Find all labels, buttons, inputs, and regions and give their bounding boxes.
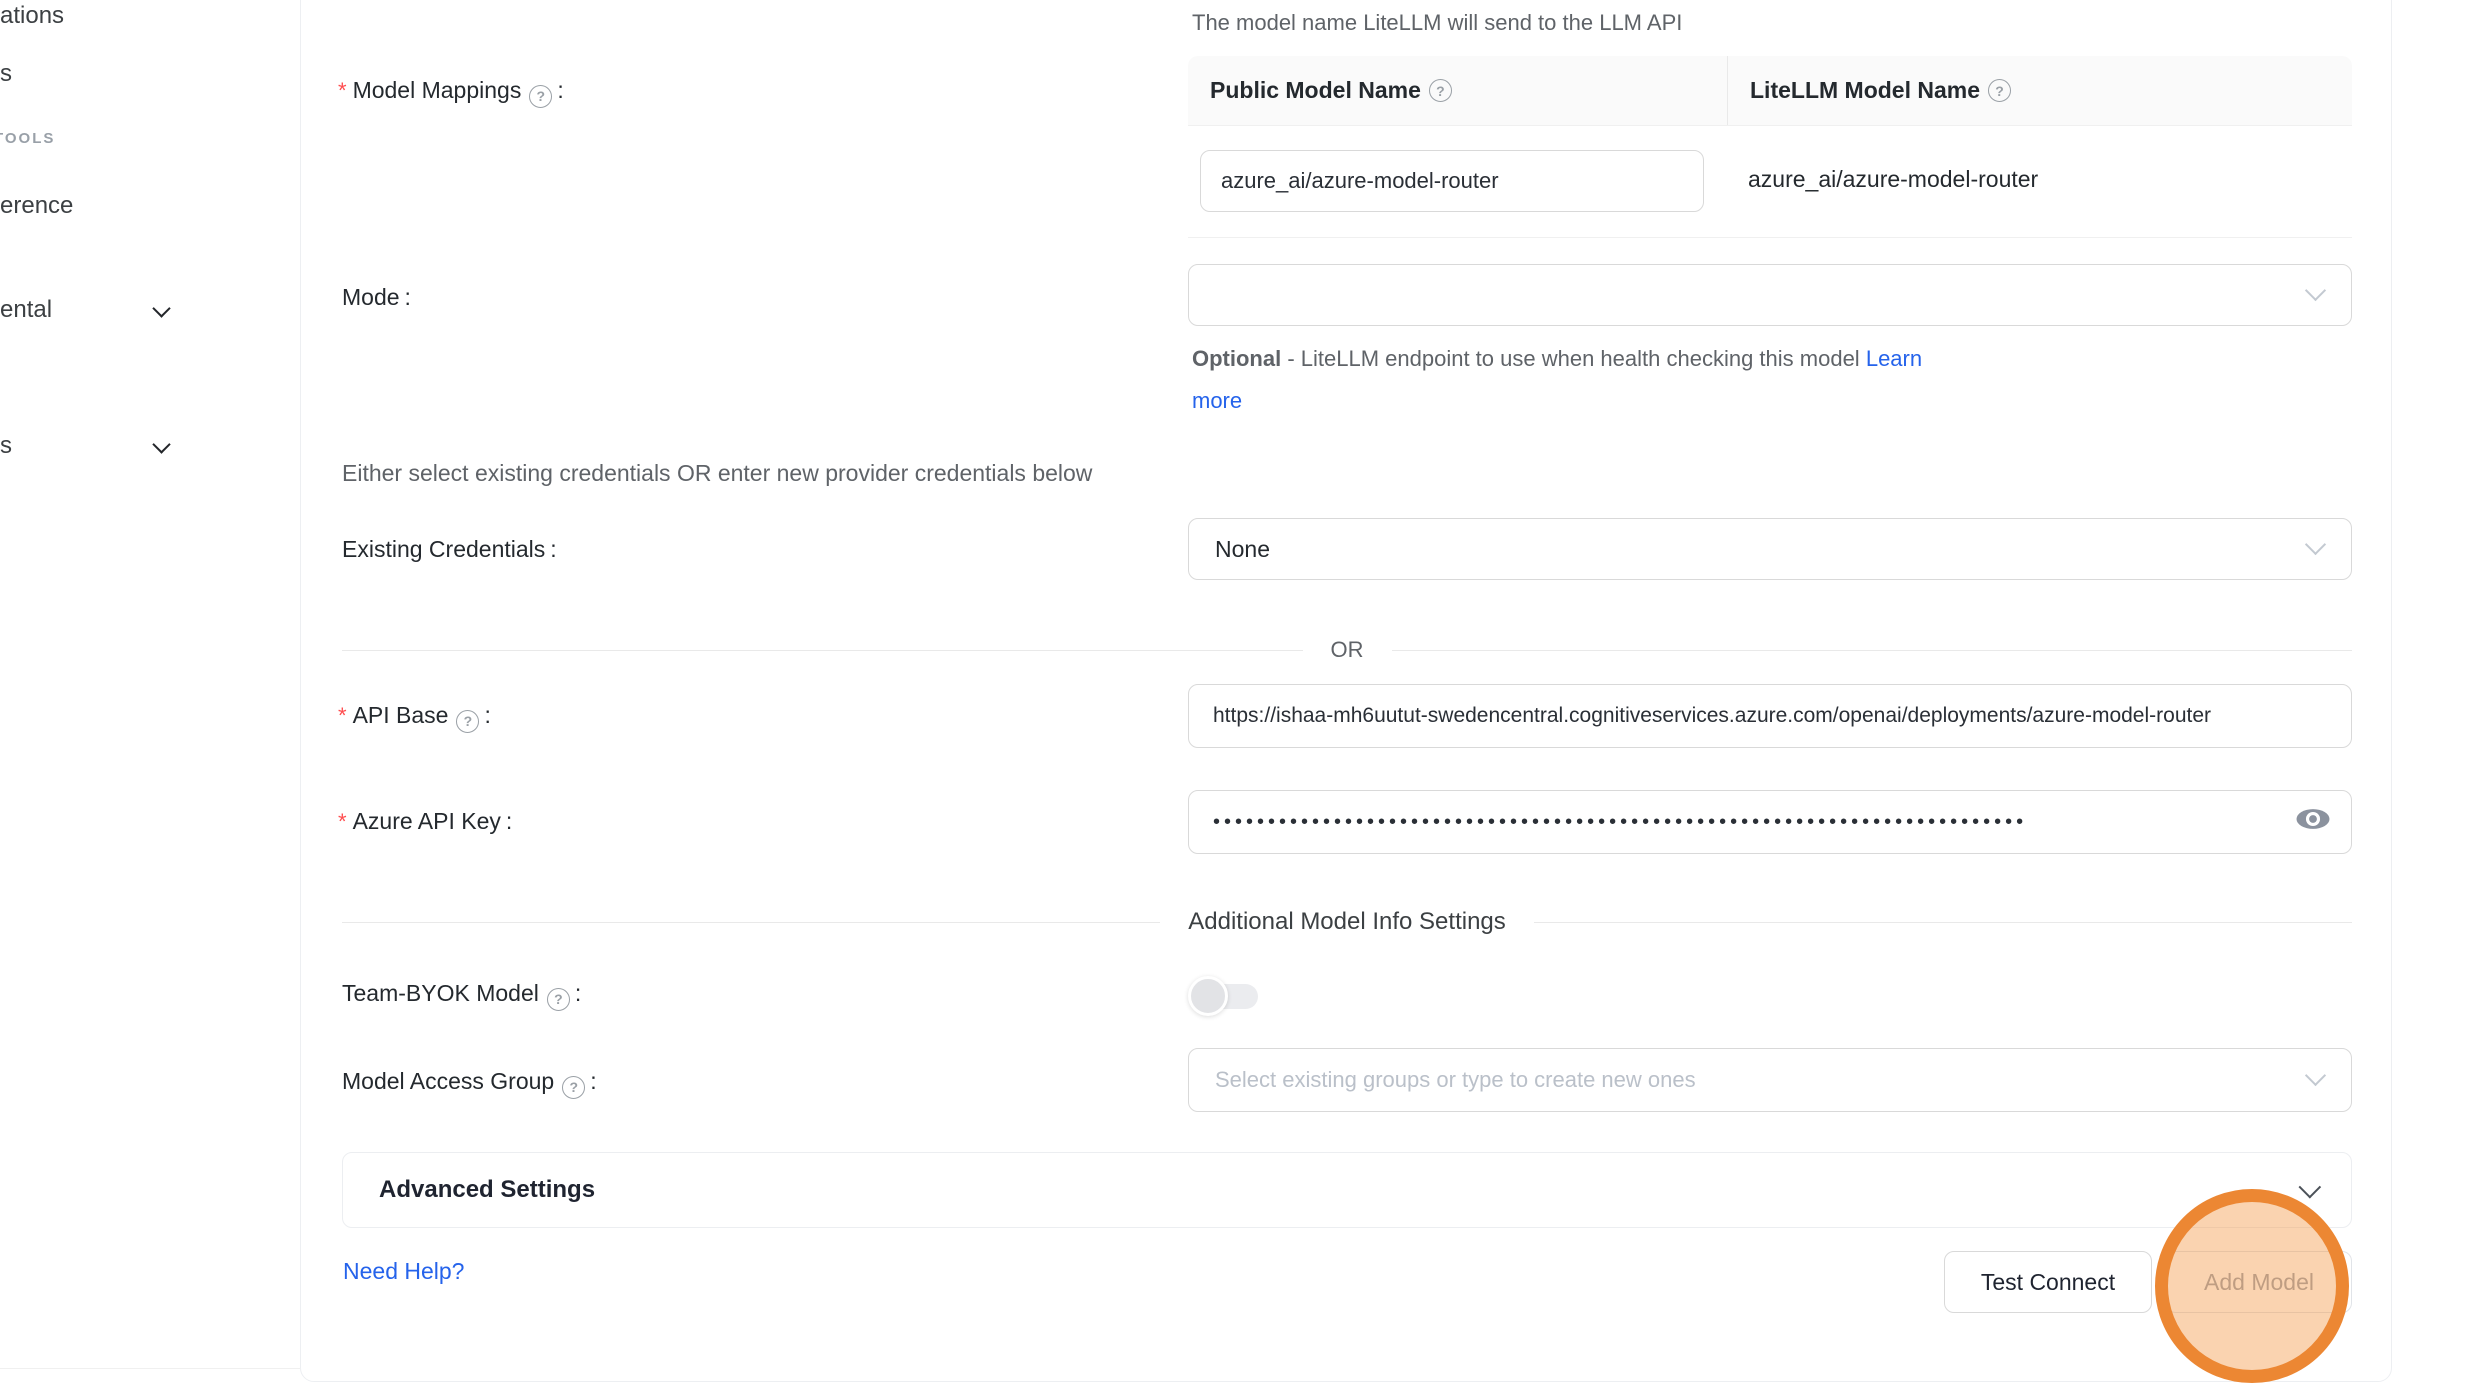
- advanced-settings-title: Advanced Settings: [379, 1176, 595, 1204]
- table-header: Public Model Name? LiteLLM Model Name?: [1188, 56, 2352, 126]
- help-icon[interactable]: ?: [562, 1076, 585, 1099]
- mode-optional-note-line2: more: [1192, 388, 1242, 414]
- column-header-public-model-name: Public Model Name?: [1188, 56, 1728, 125]
- required-asterisk: *: [338, 78, 347, 103]
- learn-more-link[interactable]: Learn: [1866, 346, 1922, 371]
- masked-key-value: ••••••••••••••••••••••••••••••••••••••••…: [1213, 811, 2263, 834]
- help-icon[interactable]: ?: [1988, 79, 2011, 102]
- sidebar-section-tools: TOOLS: [0, 130, 55, 147]
- existing-credentials-label: Existing Credentials:: [342, 536, 557, 563]
- azure-api-key-label: *Azure API Key:: [338, 808, 512, 835]
- public-model-name-input[interactable]: [1200, 150, 1704, 212]
- access-group-placeholder: Select existing groups or type to create…: [1215, 1067, 1696, 1093]
- existing-credentials-value: None: [1215, 536, 1270, 563]
- sidebar-item-experimental[interactable]: ental: [0, 296, 52, 324]
- sidebar-item-top[interactable]: s: [0, 60, 12, 88]
- model-access-group-label: Model Access Group?:: [342, 1068, 597, 1099]
- sidebar-bottom-divider: [0, 1368, 300, 1369]
- sidebar-item-settings[interactable]: s: [0, 432, 12, 460]
- or-divider: OR: [342, 630, 2352, 670]
- chevron-down-icon: [2299, 1176, 2322, 1199]
- api-base-label: *API Base?:: [338, 702, 491, 733]
- help-icon[interactable]: ?: [529, 85, 552, 108]
- model-mappings-label: *Model Mappings?:: [338, 77, 564, 108]
- chevron-down-icon: [2305, 534, 2326, 555]
- help-icon[interactable]: ?: [456, 710, 479, 733]
- chevron-down-icon: [152, 299, 170, 317]
- litellm-model-name-value: azure_ai/azure-model-router: [1748, 166, 2038, 193]
- advanced-settings-panel[interactable]: Advanced Settings: [342, 1152, 2352, 1228]
- api-base-input[interactable]: https://ishaa-mh6uutut-swedencentral.cog…: [1188, 684, 2352, 748]
- need-help-link[interactable]: Need Help?: [343, 1258, 464, 1285]
- sidebar-item-api-reference[interactable]: erence: [0, 192, 73, 220]
- test-connect-button[interactable]: Test Connect: [1944, 1251, 2152, 1313]
- mode-label: Mode:: [342, 284, 411, 311]
- mappings-helper-text: The model name LiteLLM will send to the …: [1192, 10, 1682, 36]
- learn-more-link[interactable]: more: [1192, 388, 1242, 413]
- chevron-down-icon: [2305, 1065, 2326, 1086]
- help-icon[interactable]: ?: [547, 988, 570, 1011]
- additional-settings-divider: Additional Model Info Settings: [342, 900, 2352, 944]
- required-asterisk: *: [338, 809, 347, 834]
- chevron-down-icon: [2305, 280, 2326, 301]
- eye-icon[interactable]: [2295, 806, 2331, 838]
- team-byok-toggle[interactable]: [1192, 984, 1258, 1009]
- model-access-group-select[interactable]: Select existing groups or type to create…: [1188, 1048, 2352, 1112]
- table-row: azure_ai/azure-model-router: [1188, 126, 2352, 238]
- help-icon[interactable]: ?: [1429, 79, 1452, 102]
- chevron-down-icon: [152, 435, 170, 453]
- credentials-note: Either select existing credentials OR en…: [342, 460, 1092, 487]
- existing-credentials-select[interactable]: None: [1188, 518, 2352, 580]
- mode-optional-note: Optional - LiteLLM endpoint to use when …: [1192, 346, 1922, 372]
- column-header-litellm-model-name: LiteLLM Model Name?: [1728, 56, 2011, 125]
- sidebar-item-organizations[interactable]: ations: [0, 2, 64, 30]
- toggle-knob: [1188, 976, 1228, 1016]
- model-mappings-table: Public Model Name? LiteLLM Model Name? a…: [1188, 56, 2352, 238]
- team-byok-label: Team-BYOK Model?:: [342, 980, 581, 1011]
- mode-select[interactable]: [1188, 264, 2352, 326]
- required-asterisk: *: [338, 703, 347, 728]
- azure-api-key-input[interactable]: ••••••••••••••••••••••••••••••••••••••••…: [1188, 790, 2352, 854]
- add-model-button[interactable]: Add Model: [2166, 1251, 2352, 1313]
